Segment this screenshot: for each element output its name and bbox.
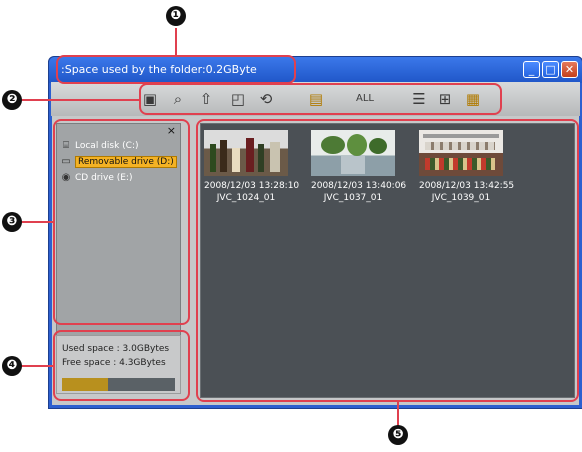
- minimize-button[interactable]: _: [523, 61, 540, 78]
- callout-frame-space: [53, 330, 190, 401]
- callout-leader-4: [20, 365, 53, 367]
- callout-leader-1: [175, 28, 177, 56]
- callout-frame-title: [56, 55, 296, 84]
- callout-number-1: ❶: [166, 6, 186, 26]
- callout-number-2: ❷: [2, 90, 22, 110]
- callout-frame-thumbnails: [196, 119, 579, 402]
- callout-leader-2: [20, 99, 139, 101]
- callout-number-3: ❸: [2, 212, 22, 232]
- maximize-button[interactable]: □: [542, 61, 559, 78]
- callout-leader-5: [397, 401, 399, 427]
- callout-number-5: ❺: [388, 425, 408, 445]
- callout-number-4: ❹: [2, 356, 22, 376]
- close-button[interactable]: ✕: [561, 61, 578, 78]
- callout-leader-3: [20, 221, 53, 223]
- callout-frame-sidebar: [53, 119, 190, 325]
- callout-frame-toolbar: [139, 83, 502, 115]
